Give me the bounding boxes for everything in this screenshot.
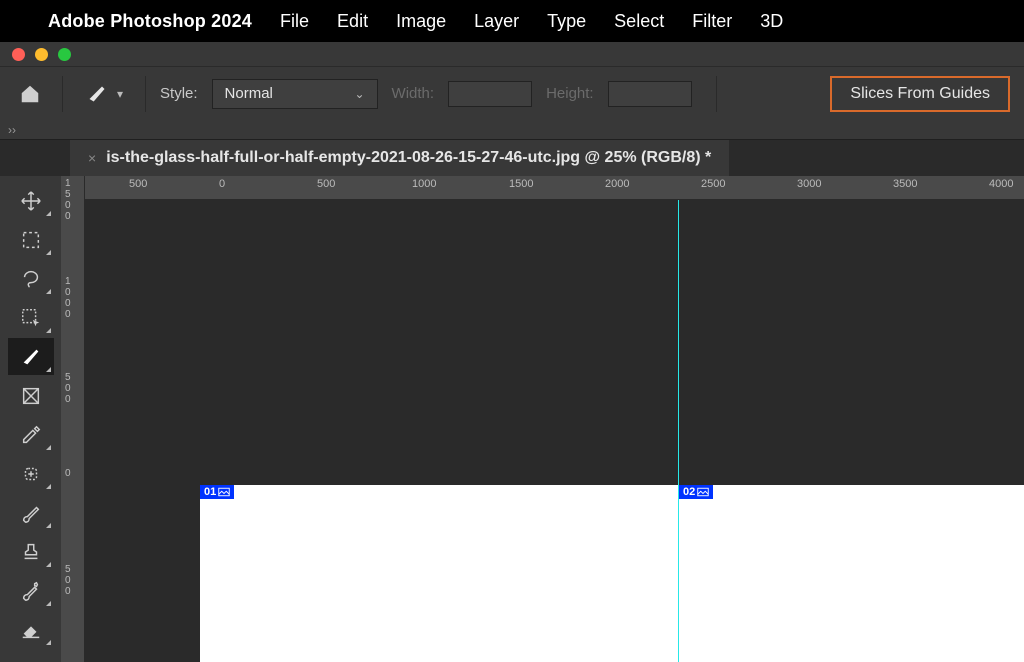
ruler-v-tick: 500 — [65, 372, 71, 405]
lasso-tool[interactable] — [8, 260, 54, 297]
panel-expand-toggle[interactable]: ›› — [0, 120, 1024, 140]
current-tool-chip[interactable]: ▾ — [77, 80, 131, 108]
separator — [145, 76, 146, 112]
menu-filter[interactable]: Filter — [692, 11, 732, 32]
ruler-h-tick: 3500 — [893, 178, 917, 190]
eyedropper-tool[interactable] — [8, 416, 54, 453]
slice-badge-2[interactable]: 02 — [679, 485, 713, 499]
ruler-h-tick: 0 — [219, 178, 225, 190]
ruler-v-tick: 500 — [65, 564, 71, 597]
ruler-v-tick: 1500 — [65, 178, 71, 222]
slices-from-guides-button[interactable]: Slices From Guides — [830, 76, 1010, 112]
width-label: Width: — [392, 85, 435, 102]
menu-file[interactable]: File — [280, 11, 309, 32]
ruler-h-tick: 1500 — [509, 178, 533, 190]
style-label: Style: — [160, 85, 198, 102]
height-label: Height: — [546, 85, 594, 102]
menu-edit[interactable]: Edit — [337, 11, 368, 32]
document-tab[interactable]: × is-the-glass-half-full-or-half-empty-2… — [70, 140, 729, 176]
canvas-area[interactable]: 01 02 — [85, 200, 1024, 662]
slice-tool-icon — [85, 84, 109, 104]
height-input[interactable] — [608, 81, 692, 107]
ruler-h-tick: 4000 — [989, 178, 1013, 190]
brush-tool[interactable] — [8, 494, 54, 531]
history-brush-tool[interactable] — [8, 572, 54, 609]
ruler-h-tick: 2500 — [701, 178, 725, 190]
quick-select-tool[interactable] — [8, 299, 54, 336]
style-select[interactable]: Normal ⌄ — [212, 79, 378, 109]
ruler-v-tick: 0 — [65, 468, 71, 479]
healing-brush-tool[interactable] — [8, 455, 54, 492]
close-tab-icon[interactable]: × — [88, 150, 96, 166]
slice-badge-1[interactable]: 01 — [200, 485, 234, 499]
stamp-tool[interactable] — [8, 533, 54, 570]
menu-3d[interactable]: 3D — [760, 11, 783, 32]
menu-select[interactable]: Select — [614, 11, 664, 32]
home-icon — [19, 83, 41, 105]
home-button[interactable] — [12, 76, 48, 112]
ruler-h-tick: 3000 — [797, 178, 821, 190]
window-minimize-icon[interactable] — [35, 48, 48, 61]
window-close-icon[interactable] — [12, 48, 25, 61]
separator — [62, 76, 63, 112]
marquee-tool[interactable] — [8, 221, 54, 258]
window-zoom-icon[interactable] — [58, 48, 71, 61]
canvas-column: 500 0 500 1000 1500 2000 2500 3000 3500 … — [85, 176, 1024, 662]
toolbox — [0, 176, 61, 662]
app-name: Adobe Photoshop 2024 — [48, 11, 252, 32]
ruler-h-tick: 500 — [317, 178, 335, 190]
app-window: ▾ Style: Normal ⌄ Width: Height: Slices … — [0, 42, 1024, 662]
move-tool[interactable] — [8, 182, 54, 219]
style-value: Normal — [225, 85, 273, 102]
ruler-h-tick: 1000 — [412, 178, 436, 190]
workspace: 1500 1000 500 0 500 500 0 500 1000 1500 … — [0, 176, 1024, 662]
slice-tool[interactable] — [8, 338, 54, 375]
options-bar: ▾ Style: Normal ⌄ Width: Height: Slices … — [0, 66, 1024, 120]
eraser-tool[interactable] — [8, 611, 54, 648]
ruler-h-tick: 500 — [129, 178, 147, 190]
guide-vertical[interactable] — [678, 200, 679, 662]
width-input[interactable] — [448, 81, 532, 107]
ruler-vertical[interactable]: 1500 1000 500 0 500 — [61, 176, 85, 662]
mac-menubar: Adobe Photoshop 2024 File Edit Image Lay… — [0, 0, 1024, 42]
chevron-down-icon: ▾ — [117, 87, 123, 101]
menu-type[interactable]: Type — [547, 11, 586, 32]
canvas[interactable] — [200, 485, 1024, 662]
image-icon — [218, 487, 230, 497]
menu-layer[interactable]: Layer — [474, 11, 519, 32]
frame-tool[interactable] — [8, 377, 54, 414]
chevron-down-icon: ⌄ — [354, 87, 364, 101]
separator — [716, 76, 717, 112]
ruler-horizontal[interactable]: 500 0 500 1000 1500 2000 2500 3000 3500 … — [85, 176, 1024, 200]
document-tabs: × is-the-glass-half-full-or-half-empty-2… — [0, 140, 1024, 176]
menu-image[interactable]: Image — [396, 11, 446, 32]
window-titlebar — [0, 42, 1024, 66]
ruler-v-tick: 1000 — [65, 276, 71, 320]
ruler-h-tick: 2000 — [605, 178, 629, 190]
document-title: is-the-glass-half-full-or-half-empty-202… — [106, 149, 711, 167]
image-icon — [697, 487, 709, 497]
